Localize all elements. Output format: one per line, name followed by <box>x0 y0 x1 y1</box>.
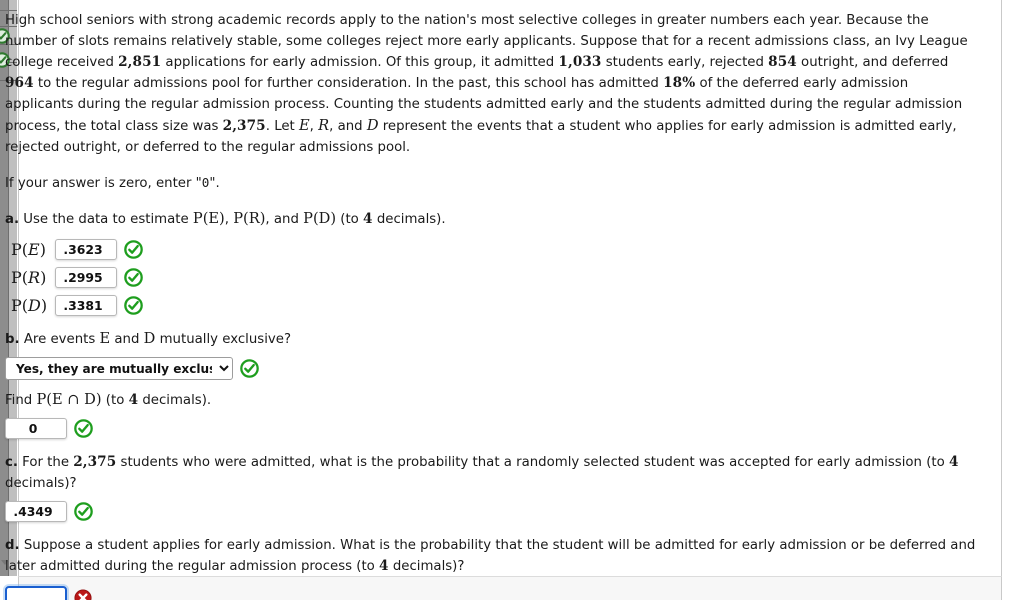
question-page: High school seniors with strong academic… <box>0 0 1028 600</box>
text-run: and <box>110 332 144 347</box>
part-a-answer-input[interactable] <box>55 267 117 288</box>
statistic-value: 2,375 <box>222 118 266 134</box>
probability-label: P(R) <box>11 268 47 287</box>
statistic-value: 964 <box>5 75 34 91</box>
part-c-letter: c. <box>5 455 18 470</box>
status-icon-correct <box>74 419 93 438</box>
probability-label: P(D) <box>11 296 48 315</box>
statistic-value: 4 <box>379 558 389 574</box>
statistic-value: 4 <box>363 211 373 227</box>
text-run: applications for early admission. Of thi… <box>161 55 559 70</box>
text-run: , and <box>265 212 304 227</box>
math-expression: P(E) <box>192 210 225 227</box>
part-a-answer-input[interactable] <box>55 239 117 260</box>
text-run: Are events <box>23 332 100 347</box>
text-run: , and <box>329 119 367 134</box>
status-icon-correct <box>240 359 259 378</box>
text-run: mutually exclusive? <box>155 332 291 347</box>
math-variable: R <box>318 117 330 134</box>
part-a-prompt-text: Use the data to estimate P(E), P(R), and… <box>23 210 446 227</box>
part-b-find-line: Find P(E ∩ D) (to 4 decimals). <box>5 389 979 411</box>
math-variable: E <box>298 117 310 134</box>
part-c-prompt-text: For the 2,375 students who were admitted… <box>5 454 959 491</box>
statistic-value: 1,033 <box>558 54 602 70</box>
statistic-value: 2,851 <box>118 54 162 70</box>
text-run: Suppose a student applies for early admi… <box>5 538 976 574</box>
statistic-value: 4 <box>948 454 959 470</box>
probability-label: P(E) <box>11 240 46 259</box>
question-content: High school seniors with strong academic… <box>5 10 979 600</box>
part-b-letter: b. <box>5 332 20 347</box>
part-b-prompt-text: Are events E and D mutually exclusive? <box>23 330 291 347</box>
statistic-value: 2,375 <box>73 454 117 470</box>
math-variable: E <box>99 330 111 347</box>
part-b-dropdown-row: Yes, they are mutually exclusive.No, the… <box>5 357 979 380</box>
part-c-answer-row <box>5 501 979 522</box>
math-expression: P(D) <box>303 210 337 227</box>
part-a-prompt: a. Use the data to estimate P(E), P(R), … <box>5 208 979 230</box>
zero-note: If your answer is zero, enter "0". <box>5 172 979 194</box>
part-b-answer-row <box>5 418 979 439</box>
text-run: students who were admitted, what is the … <box>116 455 949 470</box>
text-run: to the regular admissions pool for furth… <box>33 76 664 91</box>
zero-note-prefix: If your answer is zero, enter " <box>5 176 202 191</box>
part-c-answer-input[interactable] <box>5 501 67 522</box>
part-b-answer-input[interactable] <box>5 418 67 439</box>
statistic-value: 4 <box>128 392 139 408</box>
text-run: (to <box>336 212 364 227</box>
text-run: decimals)? <box>388 559 465 574</box>
part-a-answer-row: P(R) <box>5 267 979 288</box>
part-d-prompt: d. Suppose a student applies for early a… <box>5 535 979 577</box>
part-d-answer-input[interactable] <box>5 586 67 600</box>
text-run: . Let <box>265 119 299 134</box>
text-run: decimals)? <box>5 476 77 491</box>
math-expression: P(R) <box>233 210 266 227</box>
text-run: , <box>224 212 234 227</box>
part-a-answer-rows: P(E) P(R) P(D) <box>5 239 979 316</box>
text-run: decimals). <box>372 212 446 227</box>
problem-statement: High school seniors with strong academic… <box>5 10 979 158</box>
text-run: , <box>309 119 319 134</box>
part-b-find-text: Find P(E ∩ D) (to 4 decimals). <box>5 391 212 408</box>
part-d-letter: d. <box>5 538 20 553</box>
part-d-prompt-text: Suppose a student applies for early admi… <box>5 538 975 574</box>
math-variable: D <box>366 117 379 134</box>
math-variable: D <box>143 330 156 347</box>
part-a-answer-row: P(E) <box>5 239 979 260</box>
part-a-letter: a. <box>5 212 20 227</box>
status-icon-correct <box>74 502 93 521</box>
text-run: Find <box>5 393 37 408</box>
status-icon-correct <box>124 296 143 315</box>
text-run: (to <box>101 393 129 408</box>
part-a-answer-row: P(D) <box>5 295 979 316</box>
statistic-value: 854 <box>768 54 797 70</box>
math-expression: P(E ∩ D) <box>36 391 102 408</box>
part-d-answer-row <box>5 586 979 600</box>
text-run: decimals). <box>138 393 212 408</box>
text-run: outright, and deferred <box>796 55 949 70</box>
part-b-prompt: b. Are events E and D mutually exclusive… <box>5 328 979 350</box>
text-run: students early, rejected <box>601 55 769 70</box>
part-a-answer-input[interactable] <box>55 295 117 316</box>
status-icon-incorrect <box>74 589 92 600</box>
status-icon-correct <box>124 268 143 287</box>
statistic-value: 18% <box>663 75 696 91</box>
zero-note-suffix: ". <box>209 176 220 191</box>
status-icon-correct <box>124 240 143 259</box>
text-run: For the <box>22 455 74 470</box>
text-run: Use the data to estimate <box>23 212 193 227</box>
mutually-exclusive-dropdown[interactable]: Yes, they are mutually exclusive.No, the… <box>5 357 233 380</box>
part-c-prompt: c. For the 2,375 students who were admit… <box>5 452 979 494</box>
